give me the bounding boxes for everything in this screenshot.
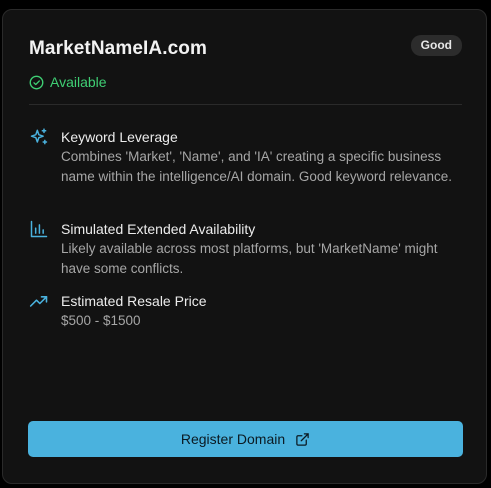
register-domain-button[interactable]: Register Domain bbox=[28, 421, 463, 457]
domain-name: MarketNameIA.com bbox=[29, 38, 207, 59]
resale-price-value: $500 - $1500 bbox=[61, 313, 141, 328]
domain-card: MarketNameIA.com Good Available Keyword … bbox=[2, 9, 487, 484]
feature-extended-availability: Simulated Extended Availability Likely a… bbox=[29, 219, 459, 279]
external-link-icon bbox=[295, 432, 310, 447]
check-circle-icon bbox=[29, 75, 44, 90]
rating-badge: Good bbox=[410, 35, 462, 56]
availability-status: Available bbox=[29, 74, 107, 90]
status-label: Available bbox=[50, 74, 107, 90]
register-domain-label: Register Domain bbox=[180, 431, 286, 447]
feature-title: Simulated Extended Availability bbox=[61, 221, 256, 237]
bar-chart-icon bbox=[29, 219, 49, 239]
sparkles-icon bbox=[29, 127, 49, 147]
divider bbox=[29, 104, 462, 105]
feature-resale-price: Estimated Resale Price $500 - $1500 bbox=[29, 291, 459, 331]
feature-description: Combines 'Market', 'Name', and 'IA' crea… bbox=[61, 149, 452, 184]
feature-title: Keyword Leverage bbox=[61, 129, 178, 145]
feature-keyword-leverage: Keyword Leverage Combines 'Market', 'Nam… bbox=[29, 127, 459, 187]
feature-description: Likely available across most platforms, … bbox=[61, 241, 438, 276]
feature-title: Estimated Resale Price bbox=[61, 293, 207, 309]
trending-up-icon bbox=[29, 291, 49, 311]
